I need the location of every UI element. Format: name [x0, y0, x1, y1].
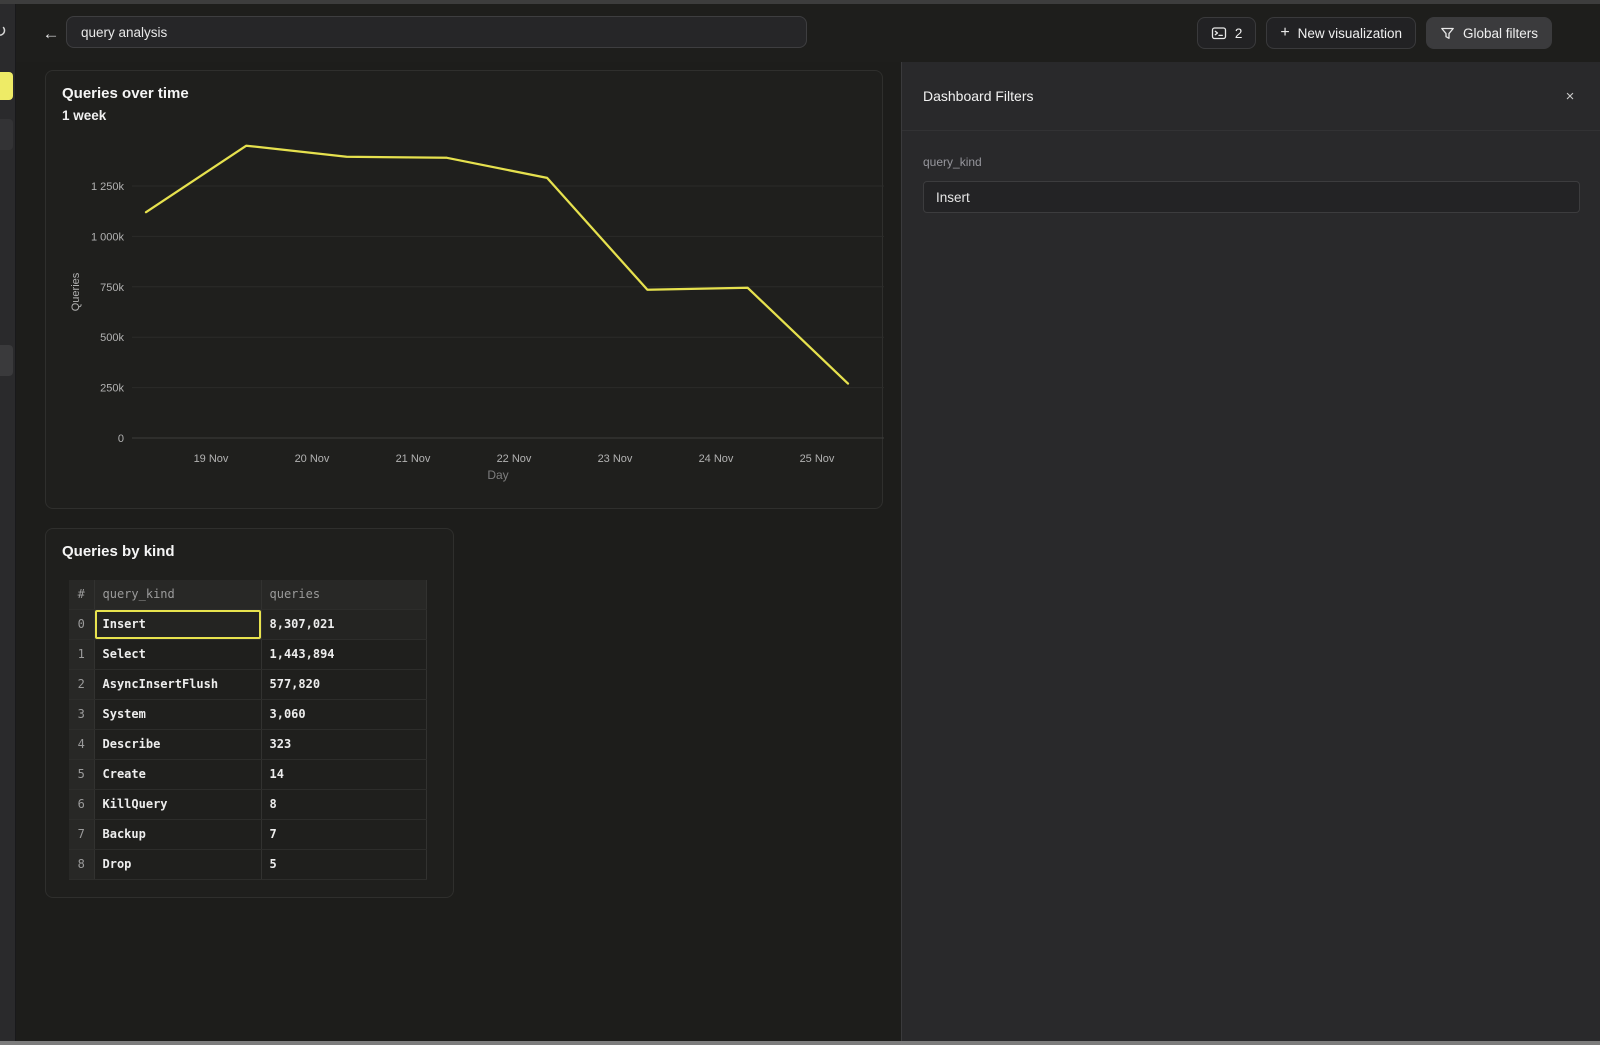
y-tick-label: 750k [100, 282, 124, 294]
query-kind-cell[interactable]: Describe [94, 729, 261, 759]
column-header[interactable]: queries [261, 580, 426, 609]
y-tick-label: 1 000k [91, 231, 125, 243]
table-header: #query_kindqueries [69, 580, 426, 609]
new-visualization-button[interactable]: + New visualization [1266, 17, 1416, 49]
x-tick-label: 20 Nov [295, 453, 330, 465]
table-row[interactable]: 1Select1,443,894 [69, 639, 426, 669]
queries-count-cell[interactable]: 8,307,021 [261, 609, 426, 639]
table-row[interactable]: 0Insert8,307,021 [69, 609, 426, 639]
filter-field-label: query_kind [923, 155, 1579, 169]
line-series [146, 146, 848, 384]
query-kind-cell[interactable]: Create [94, 759, 261, 789]
query-kind-cell[interactable]: Backup [94, 819, 261, 849]
query-kind-cell[interactable]: Select [94, 639, 261, 669]
sidebar-item-active[interactable] [0, 72, 13, 100]
y-axis-title: Queries [70, 272, 82, 311]
dashboard-filters-panel: Dashboard Filters × query_kind [901, 62, 1600, 1041]
table-row[interactable]: 7Backup7 [69, 819, 426, 849]
sql-console-count-button[interactable]: 2 [1197, 17, 1257, 49]
row-index-cell[interactable]: 3 [69, 699, 94, 729]
window-bottom-edge [0, 1041, 1600, 1045]
y-tick-label: 1 250k [91, 181, 125, 193]
x-tick-label: 23 Nov [598, 453, 633, 465]
row-index-cell[interactable]: 8 [69, 849, 94, 879]
filter-field-input[interactable] [923, 181, 1580, 213]
x-tick-label: 21 Nov [396, 453, 431, 465]
x-tick-label: 19 Nov [194, 453, 229, 465]
table-row[interactable]: 8Drop5 [69, 849, 426, 879]
global-filters-label: Global filters [1463, 26, 1538, 41]
table-row[interactable]: 4Describe323 [69, 729, 426, 759]
close-icon[interactable]: × [1561, 87, 1579, 105]
queries-count-cell[interactable]: 7 [261, 819, 426, 849]
query-kind-cell[interactable]: KillQuery [94, 789, 261, 819]
queries-table: #query_kindqueries 0Insert8,307,0211Sele… [69, 580, 427, 880]
funnel-icon [1440, 26, 1455, 41]
left-sidebar-rail: ↻ [0, 4, 16, 1041]
sidebar-item[interactable] [0, 345, 13, 376]
panel-title: Dashboard Filters [923, 88, 1034, 104]
dashboard-title-input[interactable] [66, 16, 807, 48]
queries-count-cell[interactable]: 3,060 [261, 699, 426, 729]
query-kind-cell[interactable]: Insert [94, 609, 261, 639]
global-filters-button[interactable]: Global filters [1426, 17, 1552, 49]
queries-count-cell[interactable]: 8 [261, 789, 426, 819]
row-index-cell[interactable]: 7 [69, 819, 94, 849]
queries-by-kind-card: Queries by kind #query_kindqueries 0Inse… [45, 528, 454, 898]
plus-icon: + [1280, 25, 1289, 41]
queries-count-cell[interactable]: 1,443,894 [261, 639, 426, 669]
table-row[interactable]: 5Create14 [69, 759, 426, 789]
line-chart[interactable]: 0 250k 500k 750k 1 000k 1 250k 19 Nov 20 Nov 21 … [46, 71, 884, 510]
x-tick-label: 24 Nov [699, 453, 734, 465]
y-tick-label: 250k [100, 383, 124, 395]
column-header[interactable]: query_kind [94, 580, 261, 609]
column-header[interactable]: # [69, 580, 94, 609]
table-row[interactable]: 3System3,060 [69, 699, 426, 729]
table-row[interactable]: 2AsyncInsertFlush577,820 [69, 669, 426, 699]
sidebar-item[interactable] [0, 119, 13, 150]
table-row[interactable]: 6KillQuery8 [69, 789, 426, 819]
query-kind-cell[interactable]: System [94, 699, 261, 729]
x-tick-label: 22 Nov [497, 453, 532, 465]
row-index-cell[interactable]: 1 [69, 639, 94, 669]
y-tick-label: 500k [100, 332, 124, 344]
row-index-cell[interactable]: 5 [69, 759, 94, 789]
table-title: Queries by kind [62, 543, 175, 560]
queries-count-cell[interactable]: 14 [261, 759, 426, 789]
sql-console-icon [1211, 25, 1227, 41]
y-tick-label: 0 [118, 433, 124, 445]
query-kind-cell[interactable]: AsyncInsertFlush [94, 669, 261, 699]
top-bar: ← 2 + New visualization Global filter [16, 4, 1600, 62]
queries-count-cell[interactable]: 577,820 [261, 669, 426, 699]
queries-count-cell[interactable]: 5 [261, 849, 426, 879]
back-button[interactable]: ← [38, 21, 64, 47]
row-index-cell[interactable]: 2 [69, 669, 94, 699]
query-kind-cell[interactable]: Drop [94, 849, 261, 879]
queries-count-cell[interactable]: 323 [261, 729, 426, 759]
x-axis-title: Day [487, 468, 508, 482]
row-index-cell[interactable]: 4 [69, 729, 94, 759]
x-tick-label: 25 Nov [800, 453, 835, 465]
new-visualization-label: New visualization [1298, 26, 1402, 41]
sql-console-count-label: 2 [1235, 26, 1243, 41]
queries-over-time-card: Queries over time 1 week 0250k500k750k1 … [45, 70, 883, 509]
refresh-icon[interactable]: ↻ [0, 21, 7, 42]
row-index-cell[interactable]: 6 [69, 789, 94, 819]
topbar-actions: 2 + New visualization Global filters [1197, 17, 1552, 49]
panel-header: Dashboard Filters × [902, 62, 1600, 131]
row-index-cell[interactable]: 0 [69, 609, 94, 639]
